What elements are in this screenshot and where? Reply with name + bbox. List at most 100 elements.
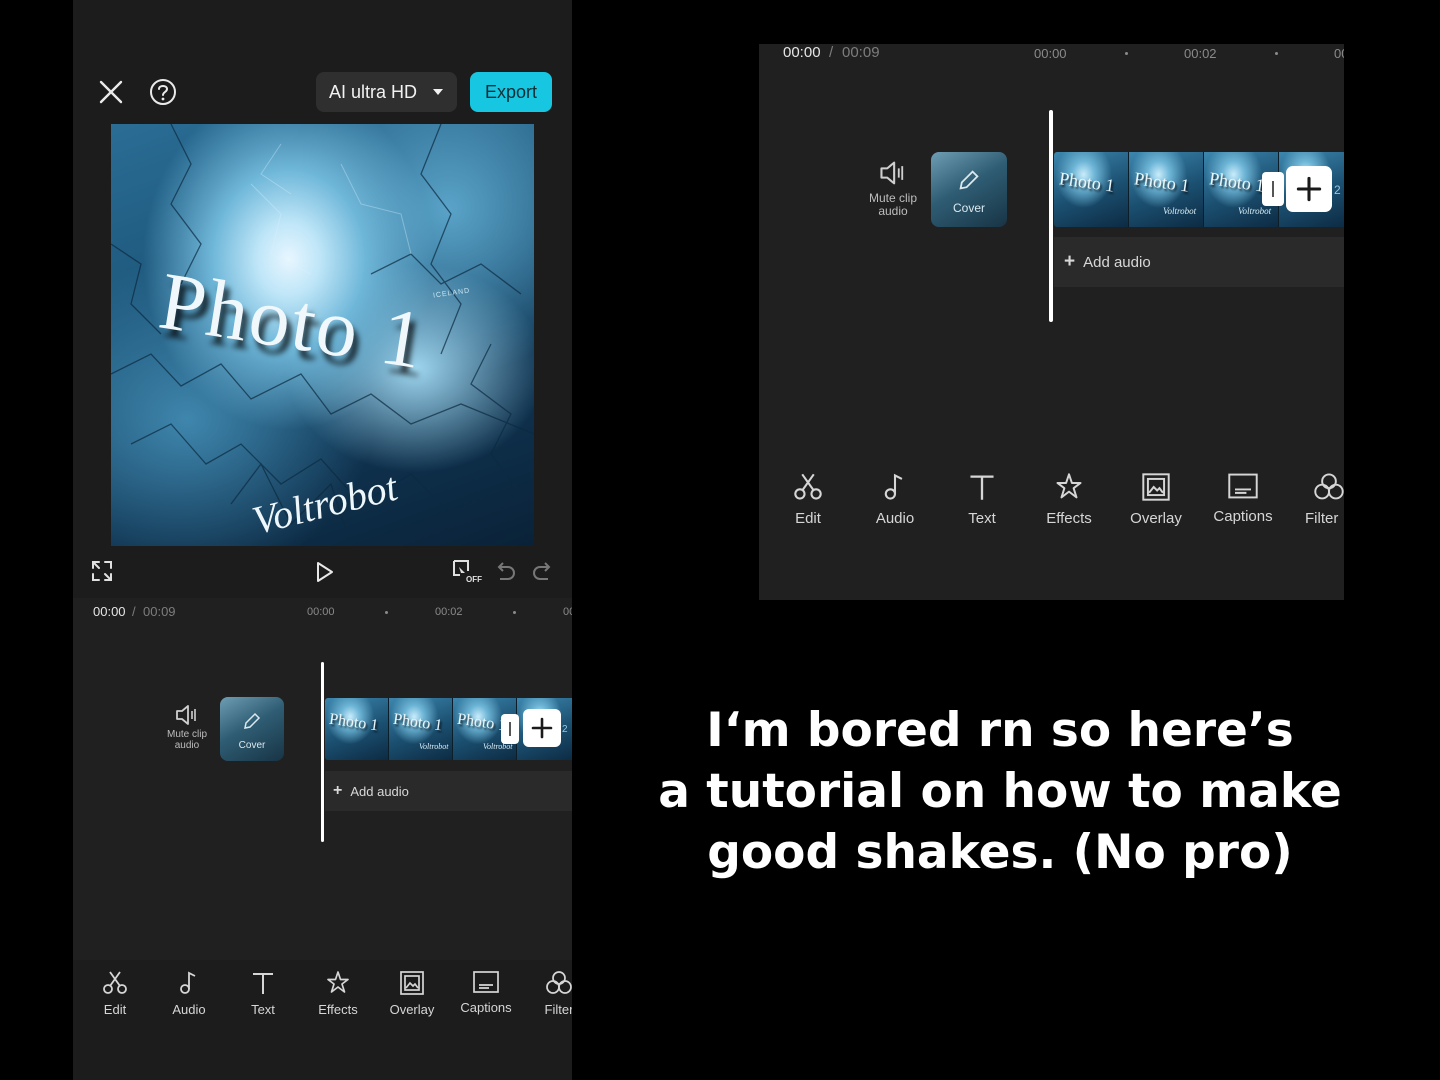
text-icon bbox=[253, 973, 273, 994]
tool-effects[interactable]: Effects bbox=[312, 970, 364, 1017]
tool-captions[interactable]: Captions bbox=[456, 970, 516, 1015]
transition-marker[interactable] bbox=[501, 714, 519, 744]
captions-icon bbox=[1228, 473, 1258, 499]
sparkle-star-icon bbox=[327, 971, 349, 993]
transition-marker[interactable] bbox=[1262, 172, 1284, 206]
add-clip-button[interactable] bbox=[523, 709, 561, 747]
cover-label: Cover bbox=[238, 740, 266, 751]
captions-icon bbox=[473, 971, 499, 993]
tool-overlay[interactable]: Overlay bbox=[386, 970, 438, 1017]
undo-icon bbox=[497, 562, 515, 580]
export-button[interactable]: Export bbox=[470, 72, 552, 112]
cover-button[interactable]: Cover bbox=[220, 697, 284, 761]
tool-text[interactable]: Text bbox=[243, 970, 283, 1017]
total-time: 00:09 bbox=[143, 604, 176, 619]
add-audio-button[interactable]: + Add audio bbox=[1054, 237, 1344, 287]
tool-overlay[interactable]: Overlay bbox=[1126, 472, 1186, 527]
music-note-icon bbox=[180, 971, 196, 994]
playback-controls: OFF bbox=[73, 546, 572, 598]
tool-audio[interactable]: Audio bbox=[873, 472, 917, 527]
timeline-panel[interactable]: 00:00 / 00:09 00:00 00:02 00 Mute clipau… bbox=[73, 598, 572, 960]
clip-frame-signature: Voltrobot bbox=[1163, 206, 1197, 216]
cover-button[interactable]: Cover bbox=[931, 152, 1007, 227]
keyframe-off-badge: OFF bbox=[466, 575, 482, 584]
redo-button[interactable] bbox=[532, 560, 554, 582]
tool-edit[interactable]: Edit bbox=[95, 970, 135, 1017]
clip-frame: Photo 1 Voltrobot bbox=[1129, 152, 1204, 227]
add-audio-label: Add audio bbox=[1083, 253, 1151, 271]
tool-label: Filter bbox=[1305, 510, 1339, 527]
tool-edit[interactable]: Edit bbox=[788, 472, 828, 527]
zoomed-timeline-screenshot: 00:00 / 00:09 00:00 00:02 00 Mute clipau… bbox=[759, 44, 1344, 600]
ruler-dot bbox=[1125, 52, 1128, 55]
add-audio-button[interactable]: + Add audio bbox=[325, 771, 572, 811]
ruler-dot bbox=[385, 611, 388, 614]
clip-frame-text: Photo 1 bbox=[1057, 168, 1116, 196]
scissors-icon bbox=[794, 473, 822, 500]
bottom-toolbar: Edit Audio Text Effects Overlay Captions… bbox=[73, 960, 572, 1080]
tool-audio[interactable]: Audio bbox=[169, 970, 209, 1017]
caption-line-3: good shakes. (No pro) bbox=[707, 825, 1293, 880]
tool-captions[interactable]: Captions bbox=[1208, 472, 1278, 525]
clip-frame-text: Photo 1 bbox=[1132, 168, 1191, 196]
tool-label: Edit bbox=[103, 1002, 127, 1017]
tool-label: Effects bbox=[1046, 510, 1092, 527]
filter-icon bbox=[546, 971, 572, 994]
mute-clip-audio-button[interactable]: Mute clip audio bbox=[159, 704, 215, 751]
help-icon bbox=[150, 79, 176, 105]
mute-label-line2: audio bbox=[878, 203, 908, 218]
music-note-icon bbox=[884, 473, 903, 500]
help-button[interactable] bbox=[147, 76, 179, 108]
playhead[interactable] bbox=[1049, 110, 1053, 322]
fullscreen-button[interactable] bbox=[91, 560, 113, 582]
tool-filter[interactable]: Filter bbox=[1305, 472, 1344, 527]
mute-label-line2: audio bbox=[174, 739, 200, 751]
overlay-image-icon bbox=[400, 971, 424, 995]
ruler-tick: 00:02 bbox=[435, 606, 463, 618]
speaker-icon bbox=[176, 705, 196, 725]
mute-label-line1: Mute clip bbox=[166, 729, 207, 740]
cover-label: Cover bbox=[952, 201, 985, 215]
tool-label: Edit bbox=[795, 510, 821, 527]
tool-label: Text bbox=[251, 1002, 275, 1017]
plus-icon: + bbox=[333, 782, 343, 799]
clip-frame-text: Photo 1 bbox=[1207, 168, 1266, 196]
clip-frame-text: Photo 1 bbox=[392, 710, 444, 735]
video-preview[interactable]: ICELAND Photo 1 Voltrobot bbox=[111, 124, 534, 546]
close-button[interactable] bbox=[95, 76, 127, 108]
add-audio-label: Add audio bbox=[350, 783, 409, 799]
undo-button[interactable] bbox=[494, 560, 516, 582]
playhead[interactable] bbox=[321, 662, 324, 842]
scissors-icon bbox=[103, 971, 127, 994]
pencil-icon bbox=[244, 712, 261, 729]
caption-line-2: a tutorial on how to make bbox=[658, 764, 1342, 819]
play-button[interactable] bbox=[311, 559, 337, 585]
plus-icon bbox=[1296, 176, 1322, 202]
tool-effects[interactable]: Effects bbox=[1039, 472, 1099, 527]
keyframe-toggle-button[interactable]: OFF bbox=[451, 557, 483, 587]
clip-frame-signature: Voltrobot bbox=[419, 742, 449, 751]
tool-label: Audio bbox=[172, 1002, 206, 1017]
clip-frame-text: Photo 1 bbox=[456, 710, 508, 735]
tutorial-caption: I‘m bored rn so here’s a tutorial on how… bbox=[610, 700, 1390, 883]
tool-filter[interactable]: Filter bbox=[539, 970, 572, 1017]
next-clip-number: 2 bbox=[1334, 183, 1341, 197]
tool-label: Text bbox=[968, 510, 996, 527]
quality-dropdown[interactable]: AI ultra HD bbox=[316, 72, 457, 112]
mute-clip-audio-button[interactable]: Mute clip audio bbox=[859, 160, 927, 217]
clip-frame: Photo 1 bbox=[1054, 152, 1129, 227]
total-time: 00:09 bbox=[842, 44, 880, 61]
clip-frame-text: Photo 1 bbox=[328, 710, 380, 735]
tool-label: Overlay bbox=[389, 1002, 435, 1017]
add-clip-button[interactable] bbox=[1286, 166, 1332, 212]
tool-text[interactable]: Text bbox=[962, 472, 1002, 527]
pencil-icon bbox=[959, 170, 979, 190]
close-icon bbox=[99, 80, 123, 104]
editor-screen: AI ultra HD Export ICELAND Photo 1 Voltr… bbox=[73, 0, 572, 1080]
text-icon bbox=[970, 475, 994, 500]
tool-label: Captions bbox=[460, 1000, 512, 1015]
clip-frame: Photo 1 Voltrobot bbox=[389, 698, 453, 760]
current-time: 00:00 bbox=[93, 604, 126, 619]
speaker-icon bbox=[880, 161, 904, 185]
time-separator: / bbox=[829, 44, 834, 61]
